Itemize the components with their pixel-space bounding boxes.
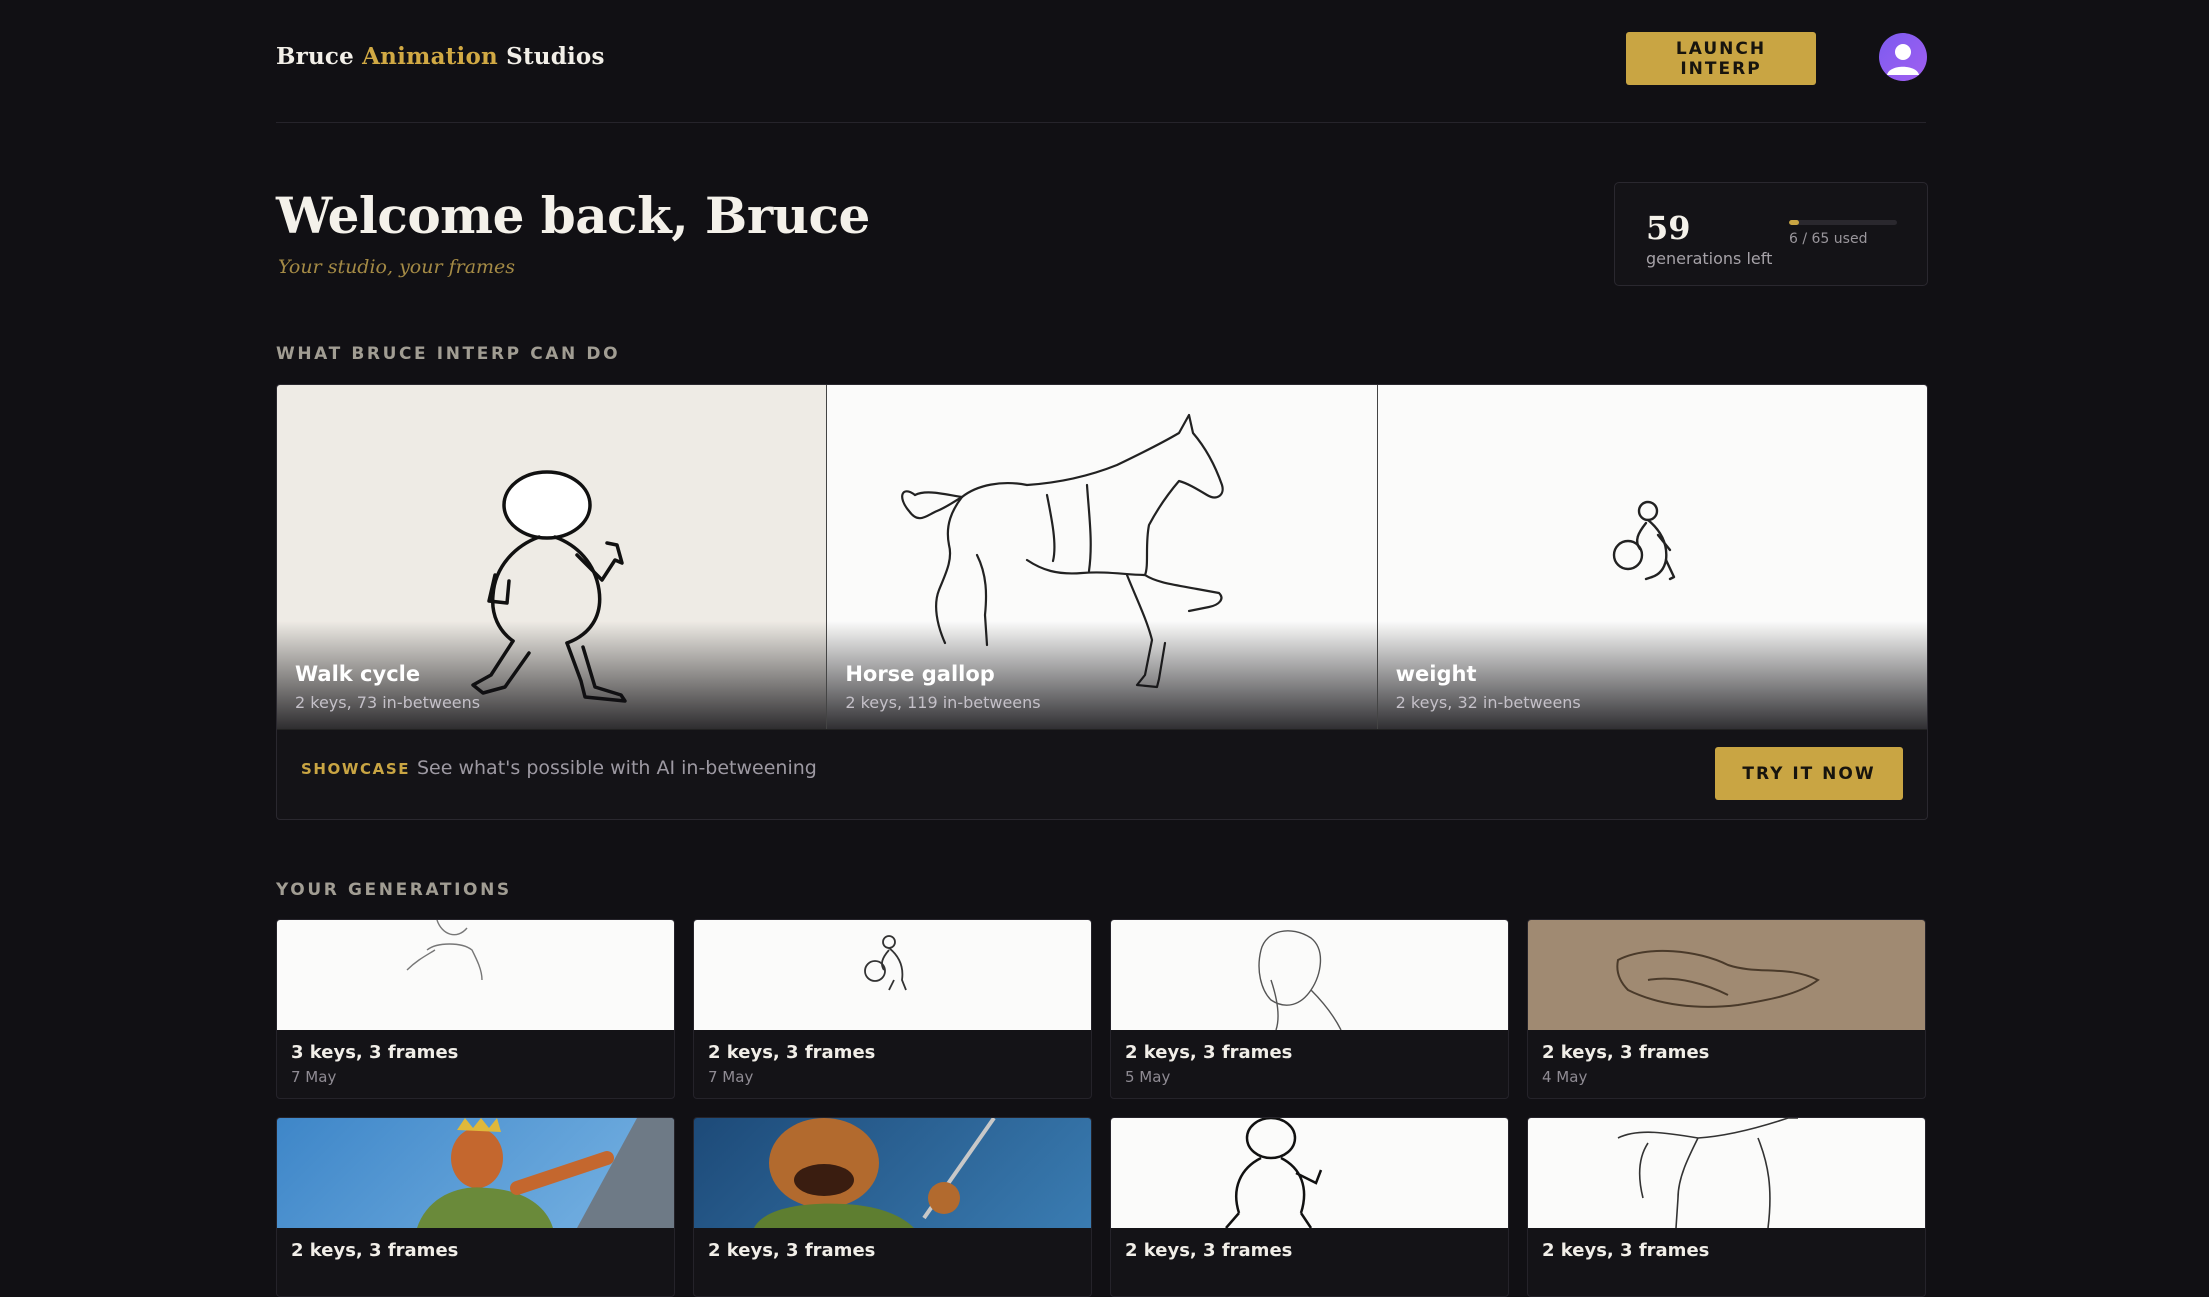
showcase-section-label: WHAT BRUCE INTERP CAN DO [276, 344, 621, 364]
showcase-description: See what's possible with AI in-betweenin… [417, 757, 817, 779]
sketch-thumbnail [1225, 1118, 1323, 1228]
generation-thumbnail [277, 920, 674, 1030]
generation-date: 5 May [1125, 1068, 1171, 1086]
showcase-tag: SHOWCASE [301, 760, 411, 778]
sketch-thumbnail [864, 935, 907, 991]
generation-title: 2 keys, 3 frames [291, 1240, 459, 1261]
generation-card[interactable]: 3 keys, 3 frames 7 May [276, 919, 675, 1099]
generation-title: 2 keys, 3 frames [708, 1042, 876, 1063]
generation-title: 2 keys, 3 frames [1542, 1240, 1710, 1261]
user-silhouette-icon [1887, 44, 1919, 75]
showcase-panel: Walk cycle 2 keys, 73 in-betweens Horse … [276, 384, 1928, 820]
sketch-thumbnail [1258, 930, 1342, 1030]
showcase-tile-subtitle: 2 keys, 32 in-betweens [1395, 693, 1581, 712]
credits-used-text: 6 / 65 used [1789, 231, 1868, 247]
sketch-thumbnail [1617, 1118, 1798, 1228]
try-it-now-button[interactable]: TRY IT NOW [1715, 747, 1903, 800]
generation-title: 2 keys, 3 frames [708, 1240, 876, 1261]
generation-date: 4 May [1542, 1068, 1588, 1086]
showcase-tile-title: Horse gallop [845, 662, 995, 686]
showcase-tile-walk-cycle[interactable]: Walk cycle 2 keys, 73 in-betweens [277, 385, 828, 729]
brand-word-3: Studios [506, 43, 605, 70]
credits-card: 59 generations left 6 / 65 used [1614, 182, 1928, 286]
generation-thumbnail [1528, 1118, 1925, 1228]
showcase-footer: SHOWCASE See what's possible with AI in-… [277, 729, 1927, 819]
generations-section-label: YOUR GENERATIONS [276, 880, 512, 900]
credits-remaining: 59 [1646, 209, 1691, 247]
page-title: Welcome back, Bruce [276, 186, 870, 245]
generation-thumbnail [1111, 920, 1508, 1030]
generation-title: 3 keys, 3 frames [291, 1042, 459, 1063]
showcase-tile-horse-gallop[interactable]: Horse gallop 2 keys, 119 in-betweens [827, 385, 1378, 729]
generation-thumbnail [1111, 1118, 1508, 1228]
top-bar: Bruce Animation Studios LAUNCH INTERP [276, 0, 1927, 123]
generation-thumbnail [277, 1118, 674, 1228]
brand-word-2: Animation [362, 43, 498, 70]
generation-title: 2 keys, 3 frames [1125, 1042, 1293, 1063]
launch-interp-button[interactable]: LAUNCH INTERP [1626, 32, 1816, 85]
generation-title: 2 keys, 3 frames [1125, 1240, 1293, 1261]
generation-card[interactable]: 2 keys, 3 frames [276, 1117, 675, 1297]
showcase-tile-subtitle: 2 keys, 73 in-betweens [295, 693, 481, 712]
sketch-thumbnail [1616, 950, 1820, 1008]
showcase-tile-title: weight [1395, 662, 1477, 686]
generation-title: 2 keys, 3 frames [1542, 1042, 1710, 1063]
credits-remaining-label: generations left [1646, 249, 1773, 268]
cartoon-thumbnail [754, 1118, 996, 1228]
generation-date: 7 May [708, 1068, 754, 1086]
showcase-tile-weight[interactable]: weight 2 keys, 32 in-betweens [1377, 385, 1927, 729]
brand-word-1: Bruce [276, 43, 354, 70]
credits-usage-fill [1789, 220, 1799, 225]
generation-card[interactable]: 2 keys, 3 frames 7 May [693, 919, 1092, 1099]
brand-logo[interactable]: Bruce Animation Studios [276, 43, 605, 70]
generation-card[interactable]: 2 keys, 3 frames [693, 1117, 1092, 1297]
user-avatar-icon[interactable] [1879, 33, 1927, 81]
generation-date: 7 May [291, 1068, 337, 1086]
sketch-thumbnail [406, 920, 483, 981]
generation-card[interactable]: 2 keys, 3 frames [1110, 1117, 1509, 1297]
generation-thumbnail [1528, 920, 1925, 1030]
generation-thumbnail [694, 1118, 1091, 1228]
showcase-tile-title: Walk cycle [295, 662, 421, 686]
credits-usage-bar [1789, 220, 1897, 225]
generation-card[interactable]: 2 keys, 3 frames [1527, 1117, 1926, 1297]
generation-thumbnail [694, 920, 1091, 1030]
cartoon-thumbnail [417, 1118, 674, 1228]
generation-card[interactable]: 2 keys, 3 frames 4 May [1527, 919, 1926, 1099]
showcase-tile-subtitle: 2 keys, 119 in-betweens [845, 693, 1041, 712]
generation-card[interactable]: 2 keys, 3 frames 5 May [1110, 919, 1509, 1099]
page-tagline: Your studio, your frames [278, 256, 516, 278]
